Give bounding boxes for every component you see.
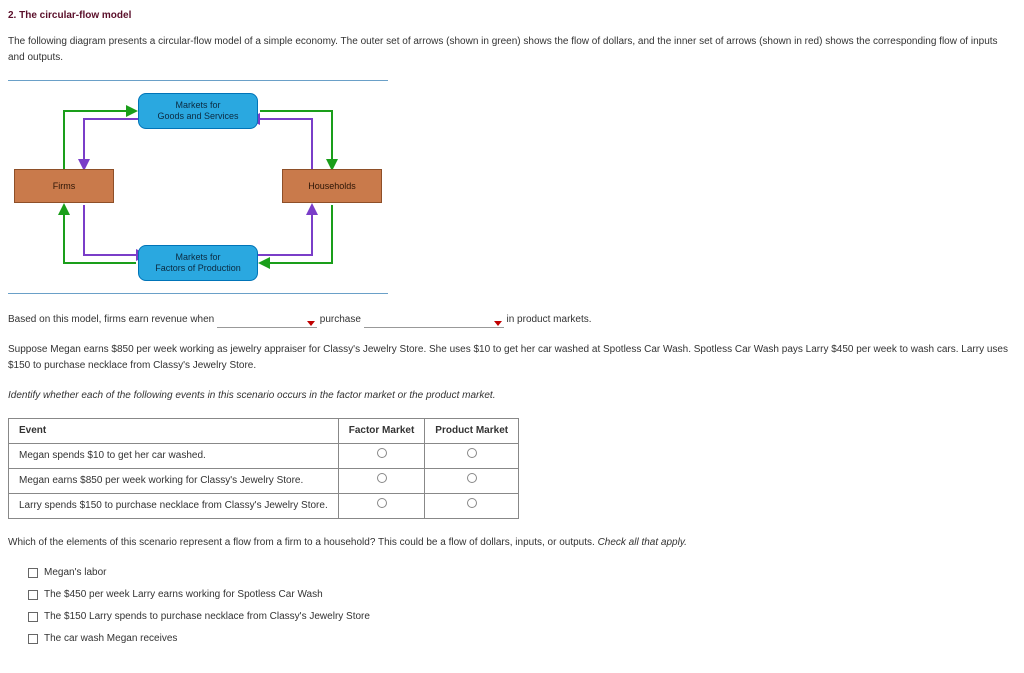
radio-factor[interactable] (377, 448, 387, 458)
flow-q-ital: Check all that apply. (598, 537, 687, 548)
diagram-canvas: Markets for Goods and Services Markets f… (8, 87, 388, 287)
node-market-goods: Markets for Goods and Services (138, 93, 258, 129)
checkbox[interactable] (28, 612, 38, 622)
col-event: Event (9, 419, 339, 444)
table-header-row: Event Factor Market Product Market (9, 419, 519, 444)
flow-question: Which of the elements of this scenario r… (8, 535, 1016, 551)
question-title: 2. The circular-flow model (8, 8, 1016, 24)
checkbox[interactable] (28, 590, 38, 600)
event-cell: Megan earns $850 per week working for Cl… (9, 469, 339, 494)
checkbox-list: Megan's labor The $450 per week Larry ea… (28, 565, 1016, 647)
list-item: The $450 per week Larry earns working fo… (28, 587, 1016, 603)
checkbox-label: Megan's labor (44, 565, 107, 581)
table-row: Larry spends $150 to purchase necklace f… (9, 494, 519, 519)
events-table: Event Factor Market Product Market Megan… (8, 418, 519, 519)
col-factor: Factor Market (338, 419, 425, 444)
flow-q-text: Which of the elements of this scenario r… (8, 537, 598, 548)
node-households: Households (282, 169, 382, 203)
intro-text: The following diagram presents a circula… (8, 34, 1016, 66)
radio-factor[interactable] (377, 498, 387, 508)
fill-post: in product markets. (506, 314, 591, 325)
circular-flow-diagram: Markets for Goods and Services Markets f… (8, 80, 1016, 294)
radio-product[interactable] (467, 498, 477, 508)
checkbox[interactable] (28, 634, 38, 644)
checkbox-label: The $450 per week Larry earns working fo… (44, 587, 323, 603)
dropdown-blank-1[interactable] (217, 316, 317, 328)
event-cell: Larry spends $150 to purchase necklace f… (9, 494, 339, 519)
chevron-down-icon (494, 321, 502, 326)
diagram-rule-bottom (8, 293, 388, 294)
table-row: Megan spends $10 to get her car washed. (9, 444, 519, 469)
node-firms: Firms (14, 169, 114, 203)
node-market-factors: Markets for Factors of Production (138, 245, 258, 281)
radio-product[interactable] (467, 448, 477, 458)
checkbox-label: The $150 Larry spends to purchase neckla… (44, 609, 370, 625)
scenario-text: Suppose Megan earns $850 per week workin… (8, 342, 1016, 374)
radio-product[interactable] (467, 473, 477, 483)
list-item: The car wash Megan receives (28, 631, 1016, 647)
col-product: Product Market (425, 419, 519, 444)
table-row: Megan earns $850 per week working for Cl… (9, 469, 519, 494)
checkbox[interactable] (28, 568, 38, 578)
fill-pre: Based on this model, firms earn revenue … (8, 314, 217, 325)
list-item: Megan's labor (28, 565, 1016, 581)
dropdown-blank-2[interactable] (364, 316, 504, 328)
fill-mid: purchase (320, 314, 364, 325)
checkbox-label: The car wash Megan receives (44, 631, 177, 647)
chevron-down-icon (307, 321, 315, 326)
identify-prompt: Identify whether each of the following e… (8, 388, 1016, 404)
diagram-rule-top (8, 80, 388, 81)
event-cell: Megan spends $10 to get her car washed. (9, 444, 339, 469)
radio-factor[interactable] (377, 473, 387, 483)
fill-in-sentence: Based on this model, firms earn revenue … (8, 312, 1016, 328)
list-item: The $150 Larry spends to purchase neckla… (28, 609, 1016, 625)
